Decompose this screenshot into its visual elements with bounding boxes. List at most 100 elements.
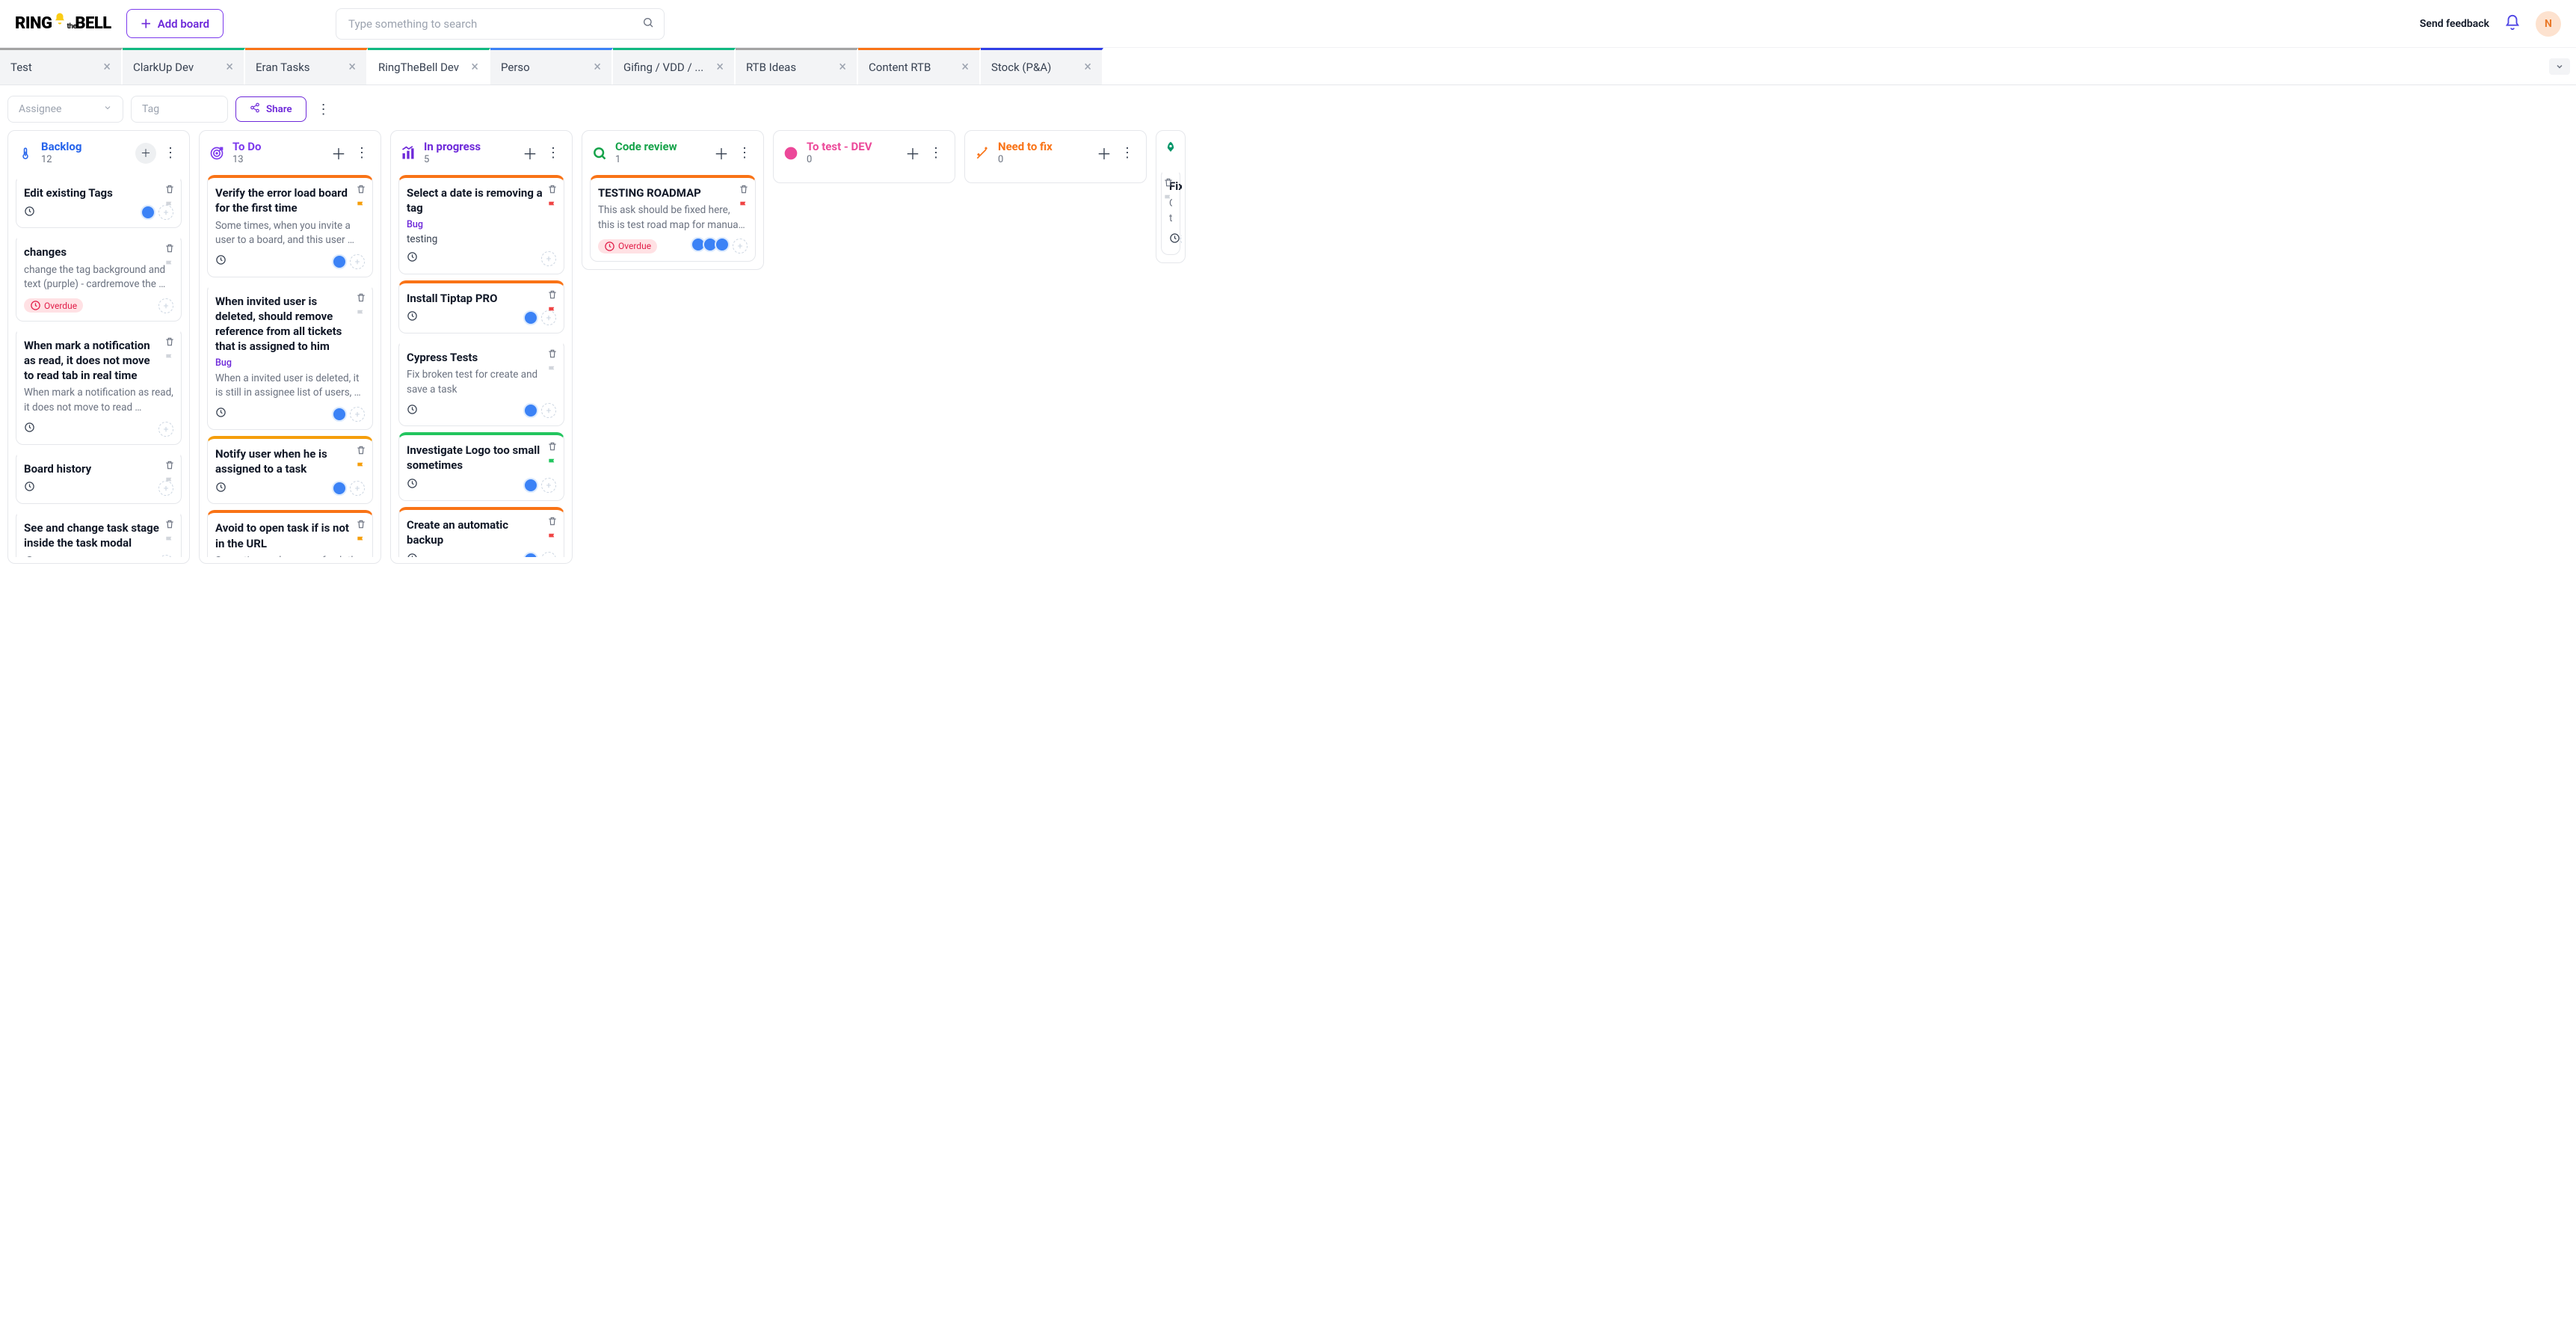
board-tab[interactable]: Eran Tasks × xyxy=(245,48,368,84)
board-tab[interactable]: Content RTB × xyxy=(858,48,981,84)
flag-icon[interactable] xyxy=(547,200,558,214)
add-assignee-button[interactable]: + xyxy=(158,422,173,437)
task-card[interactable]: Verify the error load board for the firs… xyxy=(207,175,373,277)
column-menu-button[interactable]: ⋮ xyxy=(926,141,946,165)
close-icon[interactable]: × xyxy=(226,61,233,74)
delete-card-icon[interactable] xyxy=(356,292,366,306)
assignee-filter[interactable]: Assignee xyxy=(7,96,123,123)
delete-card-icon[interactable] xyxy=(547,289,558,303)
flag-icon[interactable] xyxy=(547,365,558,378)
delete-card-icon[interactable] xyxy=(164,336,175,350)
close-icon[interactable]: × xyxy=(716,61,724,74)
column-menu-button[interactable]: ⋮ xyxy=(352,141,372,165)
tabs-overflow-button[interactable] xyxy=(2549,58,2570,75)
task-card[interactable]: Cypress TestsFix broken test for create … xyxy=(398,339,564,426)
task-card[interactable]: changeschange the tag background and tex… xyxy=(16,234,182,321)
flag-icon[interactable] xyxy=(164,200,175,214)
flag-icon[interactable] xyxy=(356,535,366,549)
add-assignee-button[interactable]: + xyxy=(350,481,365,496)
add-card-button[interactable]: ＋ xyxy=(904,141,922,165)
column-menu-button[interactable]: ⋮ xyxy=(1118,141,1137,165)
close-icon[interactable]: × xyxy=(471,61,478,74)
add-assignee-button[interactable]: + xyxy=(350,254,365,269)
task-card[interactable]: Edit existing Tags+ xyxy=(16,175,182,228)
delete-card-icon[interactable] xyxy=(547,516,558,529)
delete-card-icon[interactable] xyxy=(1163,177,1174,191)
flag-icon[interactable] xyxy=(356,309,366,322)
task-card[interactable]: See and change task stage inside the tas… xyxy=(16,510,182,557)
close-icon[interactable]: × xyxy=(594,61,601,74)
task-card[interactable]: Create an automatic backup+ xyxy=(398,507,564,557)
board-menu-button[interactable]: ⋮ xyxy=(314,97,333,122)
close-icon[interactable]: × xyxy=(103,61,111,74)
add-board-button[interactable]: ＋ Add board xyxy=(126,9,224,38)
task-card[interactable]: Install Tiptap PRO+ xyxy=(398,280,564,333)
close-icon[interactable]: × xyxy=(1084,61,1091,74)
delete-card-icon[interactable] xyxy=(164,519,175,532)
add-assignee-button[interactable]: + xyxy=(158,555,173,557)
delete-card-icon[interactable] xyxy=(547,441,558,455)
add-assignee-button[interactable]: + xyxy=(541,251,556,266)
column-menu-button[interactable]: ⋮ xyxy=(161,141,180,165)
delete-card-icon[interactable] xyxy=(164,460,175,473)
send-feedback-link[interactable]: Send feedback xyxy=(2420,18,2489,30)
close-icon[interactable]: × xyxy=(348,61,356,74)
task-card[interactable]: When invited user is deleted, should rem… xyxy=(207,283,373,430)
flag-icon[interactable] xyxy=(547,306,558,319)
board-tab[interactable]: Gifing / VDD / ... × xyxy=(613,48,736,84)
board-tab[interactable]: Perso × xyxy=(490,48,613,84)
task-card[interactable]: When mark a notification as read, it doe… xyxy=(16,328,182,445)
task-card[interactable]: Notify user when he is assigned to a tas… xyxy=(207,436,373,505)
delete-card-icon[interactable] xyxy=(356,445,366,458)
delete-card-icon[interactable] xyxy=(547,184,558,197)
delete-card-icon[interactable] xyxy=(547,348,558,362)
delete-card-icon[interactable] xyxy=(356,184,366,197)
task-card[interactable]: Board history+ xyxy=(16,451,182,504)
add-assignee-button[interactable]: + xyxy=(1180,232,1182,247)
delete-card-icon[interactable] xyxy=(164,243,175,256)
board-tab[interactable]: Test × xyxy=(0,48,123,84)
board-tab[interactable]: Stock (P&A) × xyxy=(981,48,1103,84)
column-menu-button[interactable]: ⋮ xyxy=(735,141,754,165)
flag-icon[interactable] xyxy=(164,476,175,490)
add-assignee-button[interactable]: + xyxy=(541,403,556,418)
flag-icon[interactable] xyxy=(164,535,175,549)
flag-icon[interactable] xyxy=(356,461,366,475)
add-assignee-button[interactable]: + xyxy=(541,552,556,557)
task-card[interactable]: Avoid to open task if is not in the URLS… xyxy=(207,510,373,557)
board-tab[interactable]: RTB Ideas × xyxy=(736,48,858,84)
search-input[interactable] xyxy=(336,8,665,40)
flag-icon[interactable] xyxy=(739,200,749,214)
add-card-button[interactable]: ＋ xyxy=(521,141,539,165)
share-button[interactable]: Share xyxy=(235,96,306,122)
flag-icon[interactable] xyxy=(1163,194,1174,207)
task-card[interactable]: Select a date is removing a tagBugtestin… xyxy=(398,175,564,274)
user-avatar[interactable]: N xyxy=(2536,11,2561,37)
add-assignee-button[interactable]: + xyxy=(733,239,748,253)
delete-card-icon[interactable] xyxy=(356,519,366,532)
flag-icon[interactable] xyxy=(164,259,175,273)
flag-icon[interactable] xyxy=(547,532,558,546)
column-menu-button[interactable]: ⋮ xyxy=(543,141,563,165)
delete-card-icon[interactable] xyxy=(164,184,175,197)
tag-filter[interactable]: Tag xyxy=(131,96,228,123)
flag-icon[interactable] xyxy=(164,353,175,366)
board-tab[interactable]: RingTheBell Dev × xyxy=(368,48,490,84)
add-assignee-button[interactable]: + xyxy=(350,407,365,422)
flag-icon[interactable] xyxy=(356,200,366,214)
task-card[interactable]: TESTING ROADMAPThis ask should be fixed … xyxy=(590,175,756,262)
add-assignee-button[interactable]: + xyxy=(541,478,556,493)
add-card-button[interactable]: ＋ xyxy=(712,141,730,165)
add-assignee-button[interactable]: + xyxy=(158,298,173,313)
notifications-icon[interactable] xyxy=(2504,14,2521,34)
close-icon[interactable]: × xyxy=(961,61,969,74)
board-tab[interactable]: ClarkUp Dev × xyxy=(123,48,245,84)
add-card-button[interactable]: ＋ xyxy=(330,141,348,165)
task-card[interactable]: Investigate Logo too small sometimes+ xyxy=(398,432,564,501)
delete-card-icon[interactable] xyxy=(739,184,749,197)
add-card-button[interactable]: ＋ xyxy=(1095,141,1113,165)
flag-icon[interactable] xyxy=(547,458,558,471)
search-icon[interactable] xyxy=(642,16,654,31)
add-card-button[interactable]: ＋ xyxy=(135,143,156,164)
close-icon[interactable]: × xyxy=(839,61,846,74)
